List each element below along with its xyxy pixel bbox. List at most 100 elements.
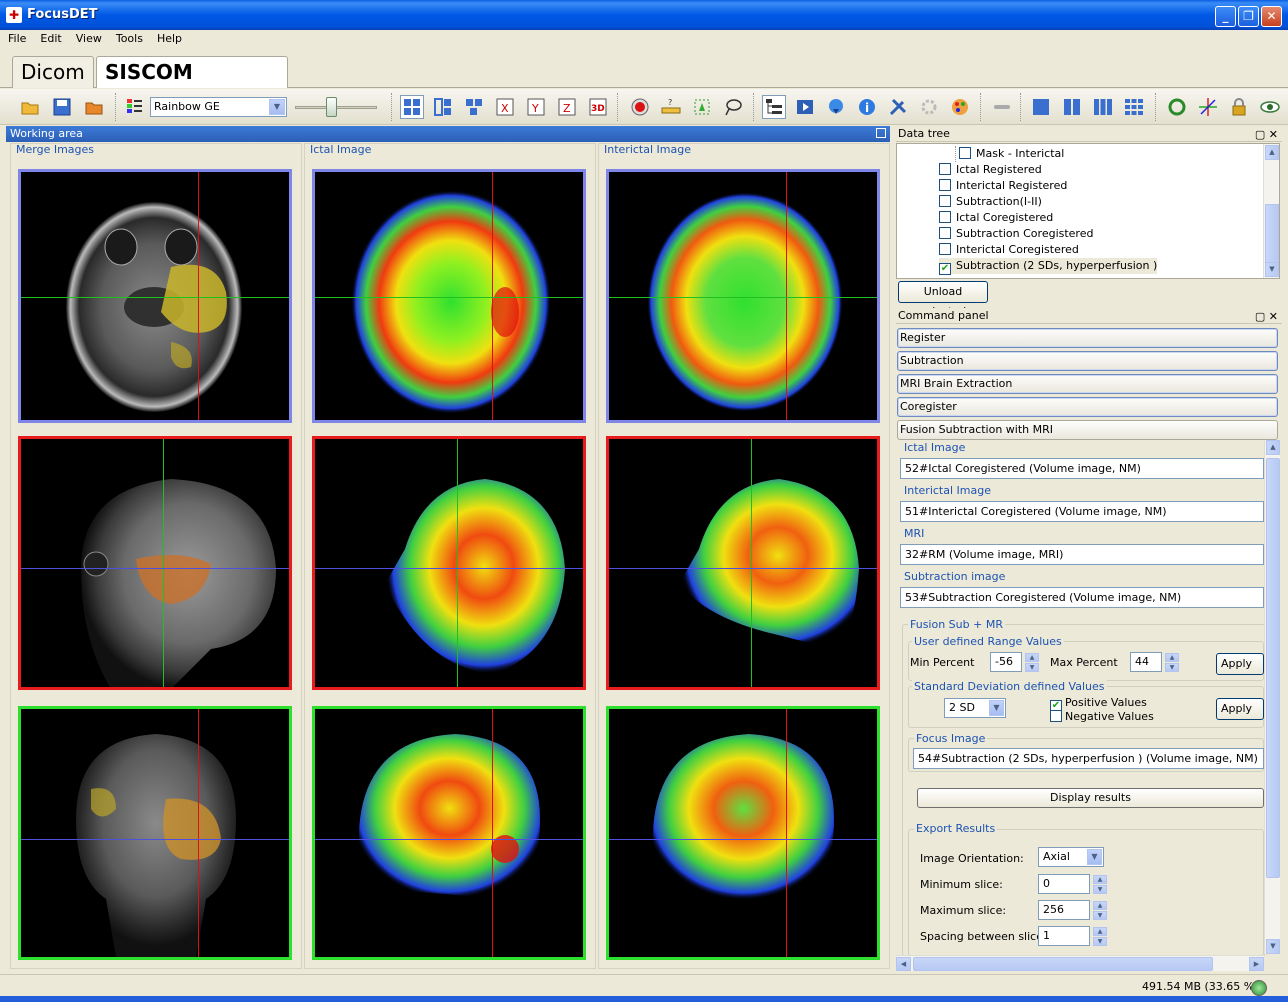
tools-icon[interactable] xyxy=(886,95,910,119)
play-icon[interactable] xyxy=(793,95,817,119)
menu-file[interactable]: File xyxy=(0,30,32,45)
three-view-icon[interactable] xyxy=(1091,95,1115,119)
max-slice-stepper[interactable]: ▲ ▼ xyxy=(1093,901,1107,920)
menu-edit[interactable]: Edit xyxy=(32,30,67,45)
scroll-left-icon[interactable]: ◀ xyxy=(896,957,911,971)
scroll-down-icon[interactable]: ▼ xyxy=(1265,262,1279,277)
spacing-input[interactable]: 1 xyxy=(1038,926,1090,946)
hscroll-thumb[interactable] xyxy=(913,957,1213,971)
tree-item[interactable]: Ictal Registered xyxy=(939,162,1042,178)
close-button[interactable]: ✕ xyxy=(1261,6,1282,27)
apply-range-button[interactable]: Apply R... xyxy=(1216,653,1264,675)
mri-field[interactable]: 32#RM (Volume image, MRI) xyxy=(900,544,1264,565)
checkbox-icon[interactable] xyxy=(939,243,951,255)
nine-view-icon[interactable] xyxy=(1122,95,1146,119)
checkmark-icon[interactable]: ✔ xyxy=(939,263,951,275)
y-axis-view-icon[interactable]: Y xyxy=(524,95,548,119)
panel-controls[interactable]: ▢ ✕ xyxy=(1255,309,1278,324)
scroll-right-icon[interactable]: ▶ xyxy=(1249,957,1264,971)
panel-controls[interactable]: ▢ ✕ xyxy=(1255,127,1278,142)
single-view-icon[interactable] xyxy=(1029,95,1053,119)
ictal-axial-view[interactable] xyxy=(312,169,586,423)
merge-coronal-view[interactable] xyxy=(18,706,292,960)
restore-button[interactable]: ❐ xyxy=(1238,6,1259,27)
recycle-icon[interactable] xyxy=(1165,95,1189,119)
two-view-icon[interactable] xyxy=(1060,95,1084,119)
column-layout-icon[interactable] xyxy=(431,95,455,119)
tab-dicom[interactable]: Dicom xyxy=(12,56,94,88)
x-axis-view-icon[interactable]: X xyxy=(493,95,517,119)
command-panel-scrollbar[interactable]: ▲ ▼ xyxy=(1264,440,1280,954)
merge-sagittal-view[interactable] xyxy=(18,436,292,690)
checkbox-icon[interactable] xyxy=(1050,710,1062,722)
tab-siscom-analysis[interactable]: SISCOM Analysis xyxy=(96,56,288,114)
palette-icon[interactable] xyxy=(948,95,972,119)
tree-scrollbar[interactable]: ▲ ▼ xyxy=(1263,144,1279,278)
tree-item[interactable]: Ictal Coregistered xyxy=(939,210,1053,226)
scroll-up-icon[interactable]: ▲ xyxy=(1266,440,1280,455)
scroll-thumb[interactable] xyxy=(1265,204,1279,264)
mixed-layout-icon[interactable] xyxy=(462,95,486,119)
min-slice-input[interactable]: 0 xyxy=(1038,874,1090,894)
ictal-image-field[interactable]: 52#Ictal Coregistered (Volume image, NM) xyxy=(900,458,1264,479)
orientation-select[interactable]: Axial ▼ xyxy=(1038,847,1104,867)
merge-axial-view[interactable] xyxy=(18,169,292,423)
tree-item-selected[interactable]: ✔ Subtraction (2 SDs, hyperperfusion ) xyxy=(939,258,1158,275)
slider-thumb[interactable] xyxy=(326,97,337,117)
z-axis-view-icon[interactable]: Z xyxy=(555,95,579,119)
tree-item[interactable]: Subtraction Coregistered xyxy=(939,226,1093,242)
min-percent-stepper[interactable]: ▲ ▼ xyxy=(1025,653,1039,672)
max-percent-stepper[interactable]: ▲ ▼ xyxy=(1165,653,1179,672)
interictal-axial-view[interactable] xyxy=(606,169,880,423)
opacity-slider[interactable] xyxy=(295,95,380,119)
tree-item[interactable]: Interictal Coregistered xyxy=(939,242,1079,258)
minimize-button[interactable]: _ xyxy=(1215,6,1236,27)
download-icon[interactable] xyxy=(824,95,848,119)
interictal-image-field[interactable]: 51#Interictal Coregistered (Volume image… xyxy=(900,501,1264,522)
coregister-button[interactable]: Coregister xyxy=(897,397,1278,417)
settings-gear-icon[interactable] xyxy=(917,95,941,119)
maximize-icon[interactable] xyxy=(876,128,886,138)
unload-selected-button[interactable]: Unload selected xyxy=(898,281,988,318)
lasso-icon[interactable] xyxy=(721,95,745,119)
negative-values-option[interactable]: Negative Values xyxy=(1050,710,1154,723)
scroll-down-icon[interactable]: ▼ xyxy=(1266,939,1280,954)
subtraction-button[interactable]: Subtraction xyxy=(897,351,1278,371)
focus-image-field[interactable]: 54#Subtraction (2 SDs, hyperperfusion ) … xyxy=(913,748,1264,769)
lock-icon[interactable] xyxy=(1227,95,1251,119)
tree-item[interactable]: Subtraction(I-II) xyxy=(939,194,1042,210)
sd-select[interactable]: 2 SD ▼ xyxy=(944,698,1006,718)
menu-tools[interactable]: Tools xyxy=(108,30,149,45)
menu-view[interactable]: View xyxy=(68,30,108,45)
grid-layout-icon[interactable] xyxy=(400,95,424,119)
checkbox-icon[interactable] xyxy=(959,147,971,159)
ruler-icon[interactable]: ? xyxy=(659,95,683,119)
roi-select-icon[interactable] xyxy=(690,95,714,119)
tree-item[interactable]: Mask - Interictal xyxy=(959,146,1064,162)
display-results-button[interactable]: Display results xyxy=(917,788,1264,808)
mri-brain-extraction-button[interactable]: MRI Brain Extraction xyxy=(897,374,1278,394)
tree-item[interactable]: Interictal Registered xyxy=(939,178,1067,194)
ictal-sagittal-view[interactable] xyxy=(312,436,586,690)
spacing-stepper[interactable]: ▲ ▼ xyxy=(1093,927,1107,946)
checkbox-icon[interactable] xyxy=(939,179,951,191)
command-panel-hscrollbar[interactable]: ◀ ▶ xyxy=(896,955,1264,971)
checkbox-icon[interactable] xyxy=(939,195,951,207)
apply-sd-button[interactable]: Apply R... xyxy=(1216,698,1264,720)
record-icon[interactable] xyxy=(628,95,652,119)
checkbox-icon[interactable] xyxy=(939,163,951,175)
min-slice-stepper[interactable]: ▲ ▼ xyxy=(1093,875,1107,894)
register-button[interactable]: Register xyxy=(897,328,1278,348)
checkbox-icon[interactable] xyxy=(939,227,951,239)
checkbox-icon[interactable] xyxy=(939,211,951,223)
menu-help[interactable]: Help xyxy=(149,30,188,45)
max-percent-input[interactable]: 44 xyxy=(1130,652,1162,672)
scroll-up-icon[interactable]: ▲ xyxy=(1265,145,1279,160)
3d-view-icon[interactable]: 3D xyxy=(586,95,610,119)
max-slice-input[interactable]: 256 xyxy=(1038,900,1090,920)
min-percent-input[interactable]: -56 xyxy=(990,652,1022,672)
open-recent-icon[interactable] xyxy=(82,95,106,119)
info-icon[interactable]: i xyxy=(855,95,879,119)
data-tree-icon[interactable] xyxy=(762,95,786,119)
crosshair-icon[interactable] xyxy=(1196,95,1220,119)
